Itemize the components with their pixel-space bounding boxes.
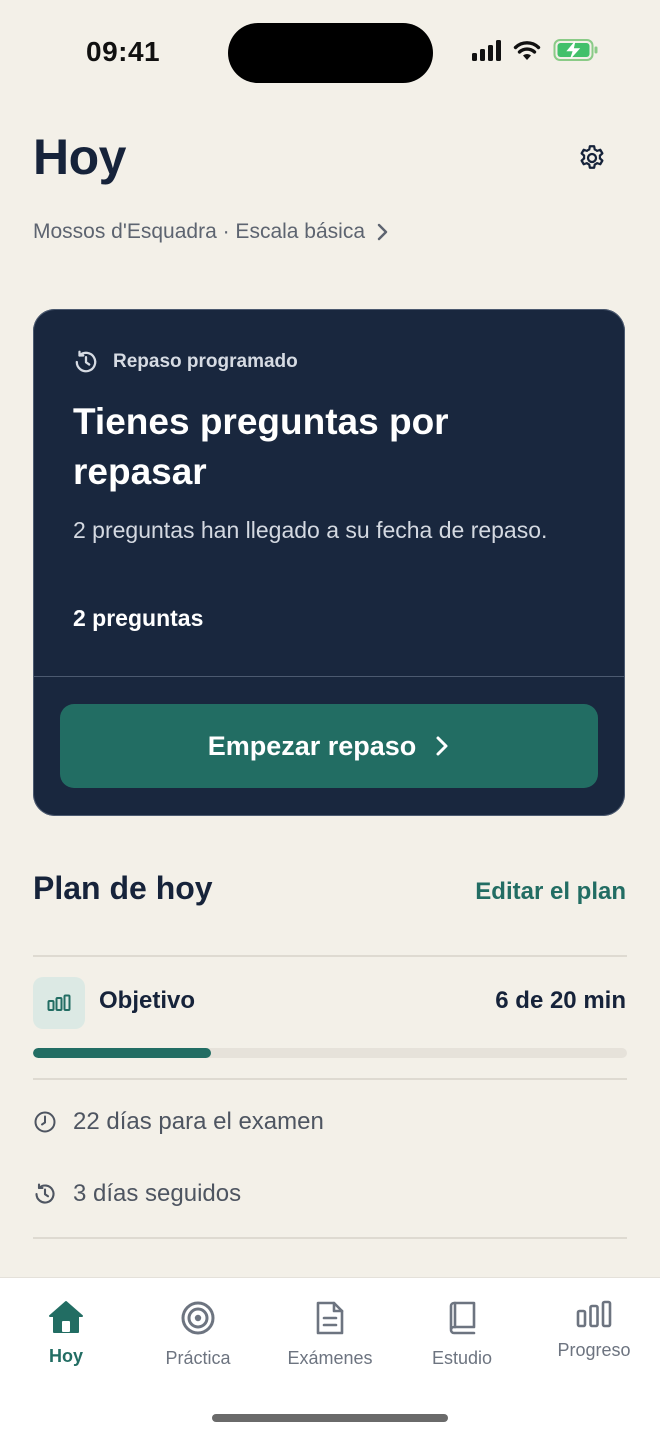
clock-icon: [34, 1111, 56, 1133]
status-icons: [472, 38, 599, 62]
tab-practica[interactable]: Práctica: [132, 1300, 264, 1369]
exam-selector-breadcrumb[interactable]: Mossos d'Esquadra · Escala básica: [33, 220, 389, 244]
edit-plan-link[interactable]: Editar el plan: [475, 878, 626, 906]
chevron-right-icon: [377, 223, 388, 241]
tab-label: Estudio: [431, 1348, 493, 1368]
dynamic-island: [228, 23, 433, 83]
goal-progress-bar: [33, 1048, 627, 1058]
history-icon: [35, 1183, 55, 1204]
start-review-button[interactable]: Empezar repaso: [60, 704, 598, 788]
goal-value: 6 de 20 min: [495, 987, 626, 1014]
tab-progreso[interactable]: Progreso: [528, 1300, 660, 1361]
tab-examenes[interactable]: Exámenes: [264, 1300, 396, 1369]
exam-countdown-text: 22 días para el examen: [73, 1108, 324, 1135]
home-indicator: [212, 1414, 448, 1422]
review-card-description: 2 preguntas han llegado a su fecha de re…: [73, 517, 548, 543]
chevron-right-icon: [436, 736, 448, 756]
target-icon: [181, 1301, 215, 1335]
streak-row: 3 días seguidos: [33, 1180, 241, 1208]
tab-bar: Hoy Práctica Exámenes Estudio Progreso: [0, 1277, 660, 1436]
status-time: 09:41: [86, 36, 161, 67]
exam-countdown-row: 22 días para el examen: [33, 1108, 324, 1136]
home-icon: [49, 1301, 83, 1333]
card-divider: [33, 676, 625, 677]
plan-title: Plan de hoy: [33, 870, 213, 906]
goal-progress-fill: [33, 1048, 212, 1058]
document-icon: [316, 1301, 344, 1335]
start-review-label: Empezar repaso: [207, 730, 417, 761]
streak-text: 3 días seguidos: [73, 1180, 242, 1207]
tab-label: Práctica: [165, 1348, 231, 1368]
review-card-title: Tienes preguntas por repasar: [73, 401, 449, 492]
goal-label: Objetivo: [99, 987, 196, 1014]
tab-estudio[interactable]: Estudio: [396, 1300, 528, 1369]
tab-label: Exámenes: [287, 1348, 373, 1368]
bar-chart-icon: [47, 994, 71, 1011]
page-title: Hoy: [33, 129, 126, 185]
tab-label: Progreso: [557, 1340, 631, 1360]
review-question-count: 2 preguntas: [73, 605, 204, 631]
history-icon: [75, 350, 97, 373]
book-icon: [449, 1301, 476, 1335]
review-tag: Repaso programado: [73, 349, 298, 375]
settings-button[interactable]: [572, 138, 612, 178]
divider: [33, 1078, 627, 1080]
review-card: Repaso programado Tienes preguntas por r…: [33, 309, 625, 816]
battery-charging-icon: [553, 39, 598, 61]
breadcrumb-label: Mossos d'Esquadra · Escala básica: [33, 220, 366, 243]
divider: [33, 955, 627, 957]
status-bar: 09:41: [0, 0, 660, 100]
cellular-signal-icon: [472, 39, 501, 61]
gear-icon: [580, 145, 604, 169]
goal-icon-container: [33, 977, 85, 1029]
wifi-icon: [513, 41, 541, 60]
tab-hoy[interactable]: Hoy: [0, 1300, 132, 1367]
divider: [33, 1237, 627, 1239]
bar-chart-icon: [576, 1300, 612, 1328]
tab-label: Hoy: [48, 1346, 83, 1366]
review-tag-label: Repaso programado: [113, 351, 298, 372]
